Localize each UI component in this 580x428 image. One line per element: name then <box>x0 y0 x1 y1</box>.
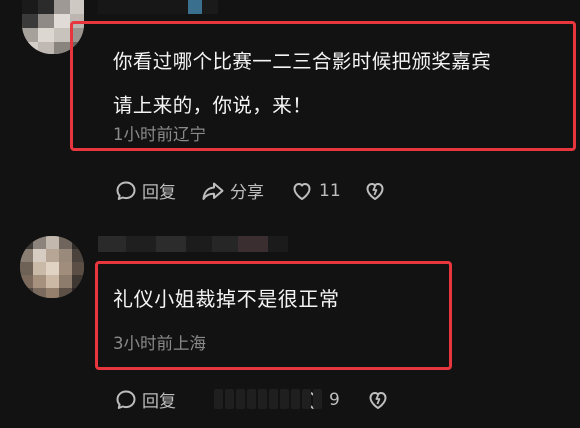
avatar-pixel <box>54 28 70 42</box>
blurred-content <box>214 386 324 412</box>
avatar-pixel <box>59 288 72 298</box>
avatar-pixel <box>46 249 59 262</box>
avatar-pixel <box>20 236 33 249</box>
comment-meta: 3小时前上海 <box>113 330 206 354</box>
comment-text: 礼仪小姐裁掉不是很正常 <box>113 287 340 311</box>
avatar[interactable] <box>20 236 84 298</box>
avatar-pixel <box>54 14 70 28</box>
avatar-pixel <box>38 42 54 54</box>
share-icon <box>200 179 226 203</box>
comment-meta: 1小时前辽宁 <box>113 121 206 145</box>
dislike-button[interactable] <box>366 388 390 412</box>
avatar-pixel <box>59 275 72 288</box>
reply-label: 回复 <box>142 183 176 203</box>
avatar-pixel <box>54 0 70 14</box>
reply-button[interactable]: 回复 <box>114 387 176 412</box>
avatar-pixel <box>38 0 54 14</box>
avatar-pixel <box>54 42 70 54</box>
broken-heart-icon <box>363 179 387 203</box>
avatar-pixel <box>70 0 84 14</box>
avatar-pixel <box>38 14 54 28</box>
like-button[interactable]: 11 <box>290 179 341 203</box>
avatar-pixel <box>33 262 46 275</box>
avatar-pixel <box>20 249 33 262</box>
avatar-pixel <box>33 288 46 298</box>
avatar-pixel <box>46 262 59 275</box>
broken-heart-icon <box>366 388 390 412</box>
reply-icon <box>114 179 138 203</box>
comment-location: 上海 <box>173 334 206 353</box>
comment-text-line: 你看过哪个比赛一二三合影时候把颁奖嘉宾 <box>113 50 492 73</box>
avatar-pixel <box>20 275 33 288</box>
avatar-pixel <box>38 28 54 42</box>
avatar-pixel <box>22 28 38 42</box>
avatar-pixel <box>72 236 84 249</box>
avatar-pixel <box>72 262 84 275</box>
avatar-pixel <box>46 288 59 298</box>
comment-time: 1小时前 <box>113 125 173 144</box>
like-count: 9 <box>329 389 340 410</box>
avatar-pixel <box>20 262 33 275</box>
comment-location: 辽宁 <box>173 125 206 144</box>
avatar-pixel <box>59 262 72 275</box>
reply-icon <box>114 388 138 412</box>
reply-button[interactable]: 回复 <box>114 178 176 203</box>
avatar-pixel <box>46 275 59 288</box>
heart-icon <box>290 179 314 203</box>
comment-time: 3小时前 <box>113 334 173 353</box>
avatar-pixel <box>33 275 46 288</box>
avatar-pixel <box>72 249 84 262</box>
avatar-pixel <box>33 249 46 262</box>
avatar-pixel <box>72 275 84 288</box>
comment-thread: 你看过哪个比赛一二三合影时候把颁奖嘉宾 请上来的，你说，来！ 1小时前辽宁 回复… <box>0 0 580 428</box>
dislike-button[interactable] <box>363 179 387 203</box>
comment-text: 你看过哪个比赛一二三合影时候把颁奖嘉宾 请上来的，你说，来！ <box>113 40 573 128</box>
avatar-pixel <box>72 288 84 298</box>
username-blurred[interactable] <box>98 236 288 252</box>
avatar-pixel <box>22 0 38 14</box>
avatar-pixel <box>46 236 59 249</box>
avatar-pixel <box>22 14 38 28</box>
avatar-pixel <box>33 236 46 249</box>
share-button[interactable]: 分享 <box>200 178 264 203</box>
like-count: 11 <box>319 180 341 201</box>
share-label: 分享 <box>230 183 264 203</box>
avatar-pixel <box>59 236 72 249</box>
avatar-pixel <box>22 42 38 54</box>
avatar-pixel <box>59 249 72 262</box>
reply-label: 回复 <box>142 392 176 412</box>
username-blurred[interactable] <box>98 0 238 14</box>
avatar-pixel <box>20 288 33 298</box>
comment-actions: 回复 分享 11 <box>114 178 387 203</box>
